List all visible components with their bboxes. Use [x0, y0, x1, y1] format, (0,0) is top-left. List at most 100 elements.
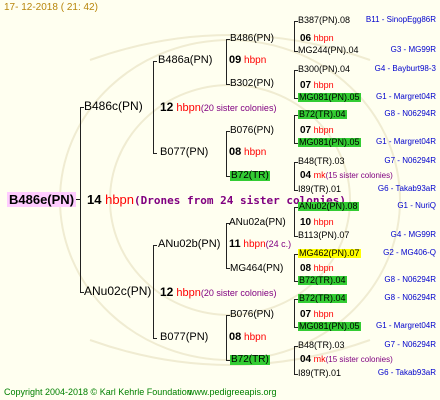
gen3-c1-hb: hbpn — [313, 217, 334, 227]
gen3-c1-num: 10 — [300, 217, 312, 228]
gen2-a-queen[interactable]: B486a(PN) — [158, 55, 212, 66]
root-queen[interactable]: B486e(PN) — [7, 192, 77, 207]
pedigree-diagram: 17- 12-2018 ( 21: 42) Copyright 2004-201… — [0, 0, 440, 400]
gen2-b-queen[interactable]: B077(PN) — [160, 147, 208, 158]
gen2-d-drone-info: 08 hbpn — [229, 332, 266, 343]
gen4-queen-5[interactable]: MG081(PN).05 — [298, 138, 361, 147]
gen2-c-hb: hbpn — [243, 239, 266, 250]
gen1-top-queen[interactable]: B486c(PN) — [84, 100, 143, 112]
connector — [294, 115, 295, 143]
gen4-queen-2[interactable]: B300(PN).04 — [298, 65, 350, 74]
gen2-c-num: 11 — [229, 238, 241, 250]
connector — [294, 299, 295, 327]
gen4-queen-4[interactable]: B72(TR).04 — [298, 110, 347, 119]
gen4-queen-8[interactable]: ANu02(PN).08 — [298, 202, 359, 211]
gen3-b1-num: 07 — [300, 125, 312, 136]
gen4-queen-9[interactable]: B113(PN).07 — [298, 231, 349, 240]
gen3-d1-queen[interactable]: B076(PN) — [230, 310, 274, 320]
gen4-queen-15[interactable]: I89(TR).01 — [298, 369, 341, 378]
gen1-top-num: 12 — [160, 100, 174, 114]
gen1-top-note: (20 sister colonies) — [200, 103, 277, 113]
gen3-a2-queen[interactable]: B302(PN) — [230, 79, 274, 89]
gen3-d1-num: 07 — [300, 309, 312, 320]
gen1-bottom-queen[interactable]: ANu02c(PN) — [84, 285, 151, 297]
gen4-origin-9: G4 - MG99R — [390, 230, 436, 239]
gen3-a1-hb: hbpn — [313, 33, 334, 43]
gen3-b2-drone-info: 04 mk(15 sister colonies) — [300, 171, 393, 181]
gen4-origin-4: G8 - N06294R — [384, 109, 436, 118]
gen4-origin-14: G7 - N06294R — [384, 340, 436, 349]
gen3-b2-note: (15 sister colonies) — [325, 171, 393, 180]
gen4-queen-13[interactable]: MG081(PN).05 — [298, 322, 361, 331]
timestamp: 17- 12-2018 ( 21: 42) — [4, 2, 98, 13]
gen4-queen-12[interactable]: B72(TR).04 — [298, 294, 347, 303]
gen2-d-queen[interactable]: B077(PN) — [160, 332, 208, 343]
gen3-b1-drone-info: 07 hbpn — [300, 126, 334, 136]
gen2-c-note: (24 c.) — [265, 239, 292, 249]
gen3-b2-queen[interactable]: B72(TR) — [230, 171, 270, 181]
gen3-a2-drone-info: 07 hbpn — [300, 81, 334, 91]
gen1-bottom-note: (20 sister colonies) — [200, 288, 277, 298]
gen4-queen-3[interactable]: MG081(PN).05 — [298, 93, 361, 102]
connector — [153, 61, 154, 153]
gen3-c2-queen[interactable]: MG464(PN) — [230, 264, 283, 274]
gen1-bottom-hb: hbpn — [176, 287, 201, 299]
gen4-queen-6[interactable]: B48(TR).03 — [298, 157, 345, 166]
gen3-a2-hb: hbpn — [313, 80, 334, 90]
gen3-d1-drone-info: 07 hbpn — [300, 310, 334, 320]
gen3-c2-drone-info: 08 hbpn — [300, 264, 334, 274]
gen2-d-num: 08 — [229, 331, 242, 343]
gen4-origin-6: G7 - N06294R — [384, 156, 436, 165]
gen4-queen-10[interactable]: MG462(PN).07 — [298, 249, 361, 258]
gen4-queen-14[interactable]: B48(TR).03 — [298, 341, 345, 350]
gen4-origin-5: G1 - Margret04R — [375, 137, 436, 146]
gen4-origin-1: G3 - MG99R — [390, 45, 436, 54]
gen4-queen-1[interactable]: MG244(PN).04 — [298, 46, 359, 55]
gen2-c-queen[interactable]: ANu02b(PN) — [158, 239, 220, 250]
connector — [80, 107, 81, 292]
gen4-origin-7: G6 - Takab93aR — [377, 184, 436, 193]
gen4-origin-13: G1 - Margret04R — [375, 321, 436, 330]
gen3-d1-hb: hbpn — [313, 309, 334, 319]
connector — [153, 338, 157, 339]
gen4-queen-11[interactable]: B72(TR).04 — [298, 276, 347, 285]
gen2-b-hb: hbpn — [244, 147, 267, 158]
connector — [226, 131, 227, 176]
gen3-d2-queen[interactable]: B72(TR) — [230, 355, 270, 365]
gen4-queen-7[interactable]: I89(TR).01 — [298, 185, 341, 194]
connector — [226, 39, 227, 84]
gen3-b1-queen[interactable]: B076(PN) — [230, 126, 274, 136]
gen3-a1-num: 06 — [300, 33, 312, 44]
gen4-origin-8: G1 - NuriQ — [397, 201, 436, 210]
connector — [226, 315, 227, 360]
gen2-b-drone-info: 08 hbpn — [229, 147, 266, 158]
root-hb: hbpn — [105, 192, 135, 207]
gen3-b1-hb: hbpn — [313, 125, 334, 135]
gen4-origin-11: G8 - N06294R — [384, 275, 436, 284]
gen4-origin-10: G2 - MG406-Q — [383, 248, 436, 257]
gen3-c1-queen[interactable]: ANu02a(PN) — [229, 218, 286, 228]
gen3-b2-num: 04 — [300, 170, 312, 181]
connector — [153, 153, 157, 154]
gen4-origin-3: G1 - Margret04R — [375, 92, 436, 101]
gen2-c-drone-info: 11 hbpn(24 c.) — [229, 239, 291, 250]
gen4-origin-15: G6 - Takab93aR — [377, 368, 436, 377]
gen2-d-hb: hbpn — [244, 332, 267, 343]
gen1-bottom-num: 12 — [160, 285, 174, 299]
connector — [294, 21, 295, 51]
gen3-d2-drone-info: 04 mk(15 sister colonies) — [300, 355, 393, 365]
gen1-top-drone-info: 12 hbpn(20 sister colonies) — [160, 101, 276, 114]
gen3-d2-num: 04 — [300, 354, 312, 365]
gen1-bottom-drone-info: 12 hbpn(20 sister colonies) — [160, 286, 276, 299]
gen3-c2-hb: hbpn — [313, 263, 334, 273]
gen3-a2-num: 07 — [300, 80, 312, 91]
gen4-queen-0[interactable]: B387(PN).08 — [298, 16, 350, 25]
gen3-a1-queen[interactable]: B486(PN) — [230, 34, 274, 44]
connector — [153, 61, 157, 62]
gen3-a1-drone-info: 06 hbpn — [300, 34, 334, 44]
connector — [294, 162, 295, 190]
gen4-origin-12: G8 - N06294R — [384, 293, 436, 302]
gen3-d2-note: (15 sister colonies) — [325, 355, 393, 364]
website-link[interactable]: www.pedigreeapis.org — [188, 388, 277, 397]
gen3-c2-num: 08 — [300, 263, 312, 274]
